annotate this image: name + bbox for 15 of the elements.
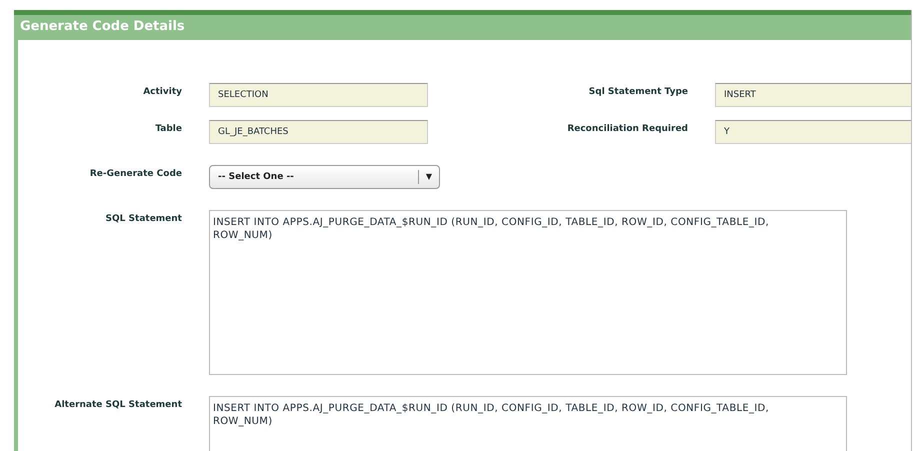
field-label: Table [154, 123, 182, 134]
field-label: Activity [142, 86, 182, 97]
field-label: Sql Statement Type [588, 86, 688, 97]
input-field[interactable]: GL_JE_BATCHES [209, 120, 428, 144]
input-field[interactable]: Y [715, 120, 911, 144]
field-label: Re-Generate Code [88, 168, 182, 179]
sql-text-area[interactable]: INSERT INTO APPS.AJ_PURGE_DATA_$RUN_ID (RUN_ID, CONFIG_ID, TABLE_ID, ROW_ID, CONFIG_TABLE_ID, ROW_NUM) [209, 210, 847, 375]
dialog-title: Generate Code Details [19, 18, 185, 36]
sql-text-area[interactable]: INSERT INTO APPS.AJ_PURGE_DATA_$RUN_ID (RUN_ID, CONFIG_ID, TABLE_ID, ROW_ID, CONFIG_TABLE_ID, ROW_NUM) [209, 396, 847, 451]
input-field[interactable]: SELECTION [209, 83, 428, 107]
select-dropdown[interactable]: -- Select One -- ▼ [209, 165, 440, 189]
input-field[interactable]: INSERT [715, 83, 911, 107]
field-label: Reconciliation Required [566, 123, 688, 134]
field-label: Alternate SQL Statement [54, 399, 182, 412]
field-label: SQL Statement [104, 213, 182, 226]
